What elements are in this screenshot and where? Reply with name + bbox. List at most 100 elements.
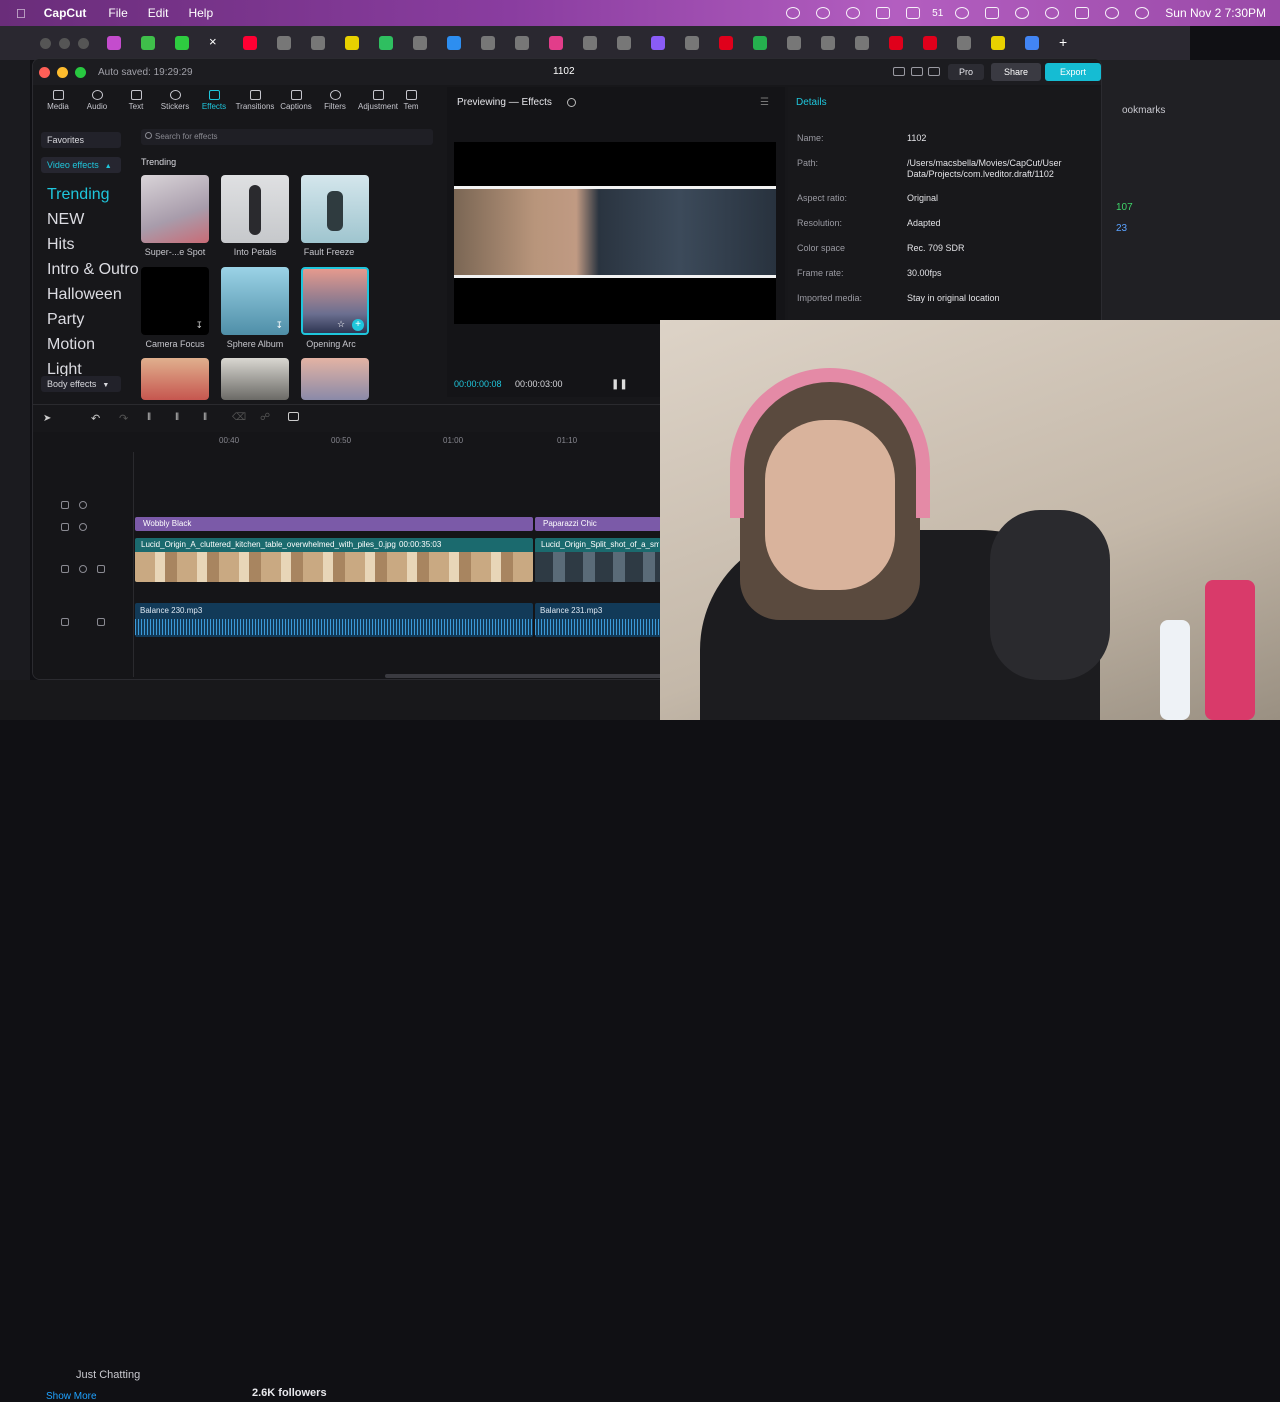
menu-app-name[interactable]: CapCut	[44, 6, 87, 20]
tab-favicon-icon[interactable]	[821, 36, 835, 50]
battery-icon[interactable]	[985, 7, 1000, 19]
lock-icon[interactable]	[61, 501, 69, 509]
tab-favicon-icon[interactable]	[617, 36, 631, 50]
status-help-icon[interactable]	[846, 7, 861, 19]
tab-favicon-icon[interactable]	[141, 36, 155, 50]
browser-min-dot[interactable]	[59, 37, 70, 49]
tab-favicon-icon[interactable]	[175, 36, 189, 50]
pause-icon[interactable]: ❚❚	[611, 379, 628, 390]
control-center-icon[interactable]	[1075, 7, 1090, 19]
tab-favicon-icon[interactable]	[923, 36, 937, 50]
tab-captions[interactable]: Captions	[277, 87, 315, 117]
tab-favicon-icon[interactable]	[787, 36, 801, 50]
tab-favicon-icon[interactable]	[311, 36, 325, 50]
audio-clip[interactable]: Balance 230.mp3	[135, 603, 533, 637]
tab-favicon-icon[interactable]	[583, 36, 597, 50]
effects-search-input[interactable]: Search for effects	[141, 129, 433, 145]
tab-effects[interactable]: Effects	[195, 87, 233, 117]
audio-clip[interactable]: Balance 231.mp3	[535, 603, 661, 637]
tab-stickers[interactable]: Stickers	[156, 87, 194, 117]
category-motion[interactable]: Motion	[47, 336, 95, 354]
bg-show-more-link[interactable]: Show More	[46, 1391, 97, 1402]
status-heart-icon[interactable]	[786, 7, 801, 19]
split-left-icon[interactable]: ‖	[175, 412, 179, 423]
category-trending[interactable]: Trending	[47, 186, 110, 204]
body-effects-category[interactable]: Body effects ▼	[41, 376, 121, 392]
status-circle-icon[interactable]	[816, 7, 831, 19]
tab-favicon-icon[interactable]	[753, 36, 767, 50]
favorite-star-icon[interactable]: ☆	[337, 319, 345, 330]
browser-close-dot[interactable]	[40, 37, 51, 49]
tab-favicon-icon[interactable]	[413, 36, 427, 50]
window-zoom-button[interactable]	[75, 66, 86, 78]
effect-thumb-fault-freeze[interactable]	[301, 175, 369, 243]
wifi-icon[interactable]	[1015, 7, 1030, 19]
tab-favicon-icon[interactable]	[1025, 36, 1039, 50]
tab-filters[interactable]: Filters	[316, 87, 354, 117]
tab-audio[interactable]: Audio	[78, 87, 116, 117]
effect-clip-paparazzi-chic[interactable]: Paparazzi Chic	[535, 517, 661, 531]
effect-thumb-sphere-album[interactable]: ↧	[221, 267, 289, 335]
video-clip[interactable]: Lucid_Origin_A_cluttered_kitchen_table_o…	[135, 538, 533, 582]
effect-clip-wobbly-black[interactable]: Wobbly Black	[135, 517, 533, 531]
window-minimize-button[interactable]	[57, 66, 68, 78]
export-button[interactable]: Export	[1045, 63, 1101, 81]
volume-icon[interactable]	[97, 565, 105, 573]
tab-favicon-icon[interactable]	[447, 36, 461, 50]
project-name[interactable]: 1102	[553, 66, 575, 77]
siri-icon[interactable]	[1135, 7, 1150, 19]
volume-icon[interactable]	[97, 618, 105, 626]
undo-icon[interactable]: ↶	[91, 412, 100, 425]
add-effect-icon[interactable]: +	[352, 319, 364, 331]
lock-icon[interactable]	[61, 565, 69, 573]
eye-icon[interactable]	[79, 501, 87, 509]
tab-favicon-icon[interactable]	[345, 36, 359, 50]
select-tool-icon[interactable]: ➤	[43, 413, 51, 424]
screenshot-icon[interactable]	[906, 7, 921, 19]
split-right-icon[interactable]: ‖	[203, 412, 207, 423]
tab-favicon-icon[interactable]	[957, 36, 971, 50]
panel-icon[interactable]	[911, 67, 923, 76]
effect-thumb-opening-arc[interactable]: ☆ +	[301, 267, 369, 335]
shortcut-icon[interactable]	[928, 67, 940, 76]
lock-icon[interactable]	[61, 523, 69, 531]
pro-button[interactable]: Pro	[948, 64, 984, 80]
category-intro-outro[interactable]: Intro & Outro	[47, 261, 139, 279]
info-icon[interactable]	[567, 98, 576, 107]
eye-icon[interactable]	[79, 565, 87, 573]
tab-favicon-icon[interactable]	[379, 36, 393, 50]
menu-edit[interactable]: Edit	[148, 6, 169, 20]
tab-favicon-icon[interactable]	[991, 36, 1005, 50]
category-halloween[interactable]: Halloween	[47, 286, 122, 304]
effect-thumb-into-petals[interactable]	[221, 175, 289, 243]
search-icon[interactable]	[1045, 7, 1060, 19]
effect-thumb-row3-1[interactable]	[141, 358, 209, 400]
timeline-scrollbar[interactable]	[385, 674, 665, 678]
screen-record-icon[interactable]	[876, 7, 891, 19]
tab-favicon-icon[interactable]	[685, 36, 699, 50]
menu-icon[interactable]: ☰	[760, 97, 769, 108]
tab-favicon-icon[interactable]	[889, 36, 903, 50]
tab-favicon-icon[interactable]	[719, 36, 733, 50]
preview-video[interactable]	[454, 142, 776, 324]
tab-adjustment[interactable]: Adjustment	[355, 87, 401, 117]
split-icon[interactable]: ‖	[147, 412, 151, 423]
share-button[interactable]: Share	[991, 63, 1041, 81]
apple-icon[interactable]: 	[16, 6, 26, 21]
tab-favicon-icon[interactable]	[651, 36, 665, 50]
tab-favicon-icon[interactable]	[277, 36, 291, 50]
effect-thumb-row3-2[interactable]	[221, 358, 289, 400]
tab-favicon-icon[interactable]	[549, 36, 563, 50]
edit-icon[interactable]	[288, 412, 299, 421]
download-icon[interactable]: ↧	[195, 320, 203, 331]
tab-media[interactable]: Media	[39, 87, 77, 117]
tab-templates[interactable]: Tem	[402, 87, 420, 117]
new-tab-icon[interactable]: +	[1059, 35, 1073, 50]
favorites-category[interactable]: Favorites	[41, 132, 121, 148]
tab-transitions[interactable]: Transitions	[234, 87, 276, 117]
menu-help[interactable]: Help	[188, 6, 213, 20]
tab-favicon-icon[interactable]	[515, 36, 529, 50]
download-icon[interactable]: ↧	[275, 320, 283, 331]
chrome-icon[interactable]	[1105, 7, 1120, 19]
tab-favicon-icon[interactable]	[855, 36, 869, 50]
